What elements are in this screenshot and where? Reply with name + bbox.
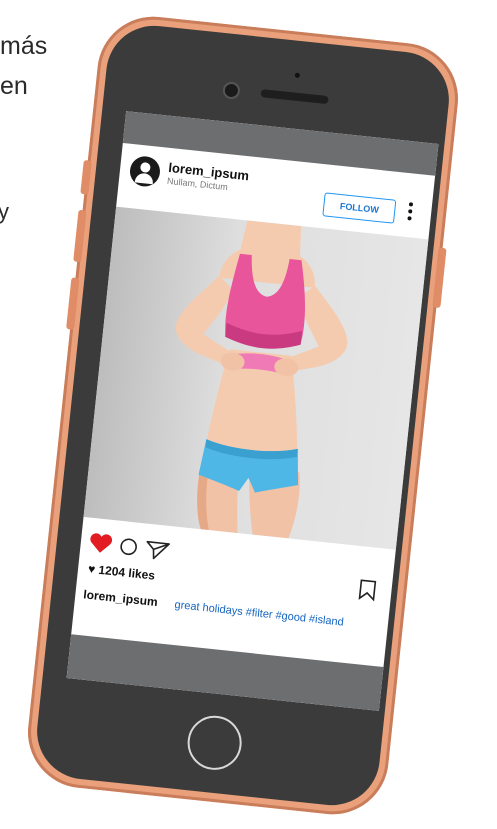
share-icon[interactable] bbox=[146, 540, 170, 560]
front-camera bbox=[222, 81, 241, 100]
post-photo[interactable] bbox=[83, 206, 429, 550]
home-button[interactable] bbox=[184, 713, 245, 773]
phone-screen: lorem_ipsum Nullam, Dictum FOLLOW ♥ 1204… bbox=[66, 111, 439, 711]
likes-count: ♥ 1204 likes bbox=[87, 562, 155, 583]
background-text-line3: y bbox=[0, 199, 9, 224]
background-text: más en y bbox=[0, 26, 47, 232]
heart-icon[interactable] bbox=[89, 533, 113, 554]
phone-mockup: lorem_ipsum Nullam, Dictum FOLLOW ♥ 1204… bbox=[22, 11, 464, 820]
post-actions bbox=[88, 530, 180, 565]
caption-text[interactable]: great holidays #filter #good #island bbox=[174, 599, 344, 629]
follow-button[interactable]: FOLLOW bbox=[322, 192, 397, 224]
avatar-icon[interactable] bbox=[128, 154, 162, 188]
post-caption: lorem_ipsum great holidays #filter #good… bbox=[83, 587, 381, 632]
background-text-line2: en bbox=[0, 72, 28, 100]
comment-icon[interactable] bbox=[120, 538, 137, 556]
bookmark-icon[interactable] bbox=[356, 578, 378, 602]
bottom-bar bbox=[66, 634, 384, 711]
small-heart-icon: ♥ bbox=[87, 561, 96, 577]
background-text-line1: más bbox=[0, 32, 48, 60]
more-icon[interactable] bbox=[406, 201, 414, 224]
earpiece-speaker bbox=[260, 89, 329, 105]
woman-illustration bbox=[175, 220, 348, 539]
sensor-dot bbox=[294, 72, 301, 79]
likes-text: 1204 likes bbox=[97, 562, 156, 583]
caption-username[interactable]: lorem_ipsum bbox=[83, 587, 159, 609]
